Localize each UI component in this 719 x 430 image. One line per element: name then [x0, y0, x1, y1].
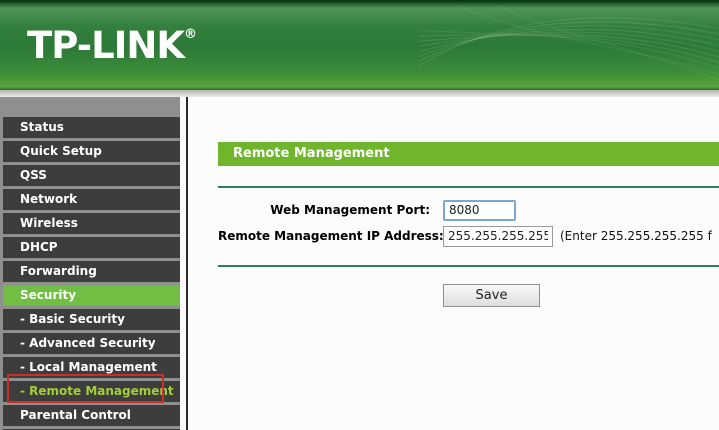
save-button[interactable]: Save	[443, 284, 540, 307]
sidebar-item-parental-control[interactable]: Parental Control	[3, 405, 180, 426]
horizontal-rule-bottom	[218, 265, 719, 267]
save-row: Save	[218, 284, 719, 307]
wave-decoration	[419, 2, 719, 81]
ip-hint-text: (Enter 255.255.255.255 f	[560, 229, 712, 243]
sidebar-item-local-management[interactable]: - Local Management	[3, 357, 180, 378]
remote-management-ip-input[interactable]	[443, 225, 553, 247]
tp-link-logo: TP-LINK®	[27, 24, 197, 67]
sidebar-item-quick-setup[interactable]: Quick Setup	[3, 141, 180, 162]
router-admin-page: TP-LINK® Status Quick Setup QSS Network …	[0, 0, 719, 430]
sidebar-item-advanced-security[interactable]: - Advanced Security	[3, 333, 180, 354]
sidebar-menu: Status Quick Setup QSS Network Wireless …	[0, 97, 180, 430]
web-management-port-row: Web Management Port:	[218, 199, 719, 221]
sidebar-item-basic-security[interactable]: - Basic Security	[3, 309, 180, 330]
horizontal-rule-top	[218, 186, 719, 188]
registered-trademark: ®	[184, 27, 198, 42]
brand-name: TP-LINK	[27, 24, 185, 67]
remote-ip-label: Remote Management IP Address:	[218, 229, 444, 243]
sidebar-item-qss[interactable]: QSS	[3, 165, 180, 186]
sidebar-top-band	[3, 97, 180, 117]
web-management-port-input[interactable]	[443, 199, 516, 221]
sidebar-item-forwarding[interactable]: Forwarding	[3, 261, 180, 282]
sidebar-item-remote-management[interactable]: - Remote Management	[3, 381, 180, 402]
sidebar-item-status[interactable]: Status	[3, 117, 180, 138]
sidebar-item-security[interactable]: Security	[3, 285, 180, 306]
sidebar-item-dhcp[interactable]: DHCP	[3, 237, 180, 258]
web-management-port-label: Web Management Port:	[270, 203, 430, 217]
header-banner: TP-LINK®	[0, 0, 719, 90]
main-content: Remote Management Web Management Port: R…	[188, 97, 719, 430]
sidebar-item-wireless[interactable]: Wireless	[3, 213, 180, 234]
sidebar-item-network[interactable]: Network	[3, 189, 180, 210]
banner-bottom-strip	[0, 90, 719, 97]
remote-ip-row: Remote Management IP Address: (Enter 255…	[218, 225, 719, 247]
page-title: Remote Management	[218, 142, 719, 166]
